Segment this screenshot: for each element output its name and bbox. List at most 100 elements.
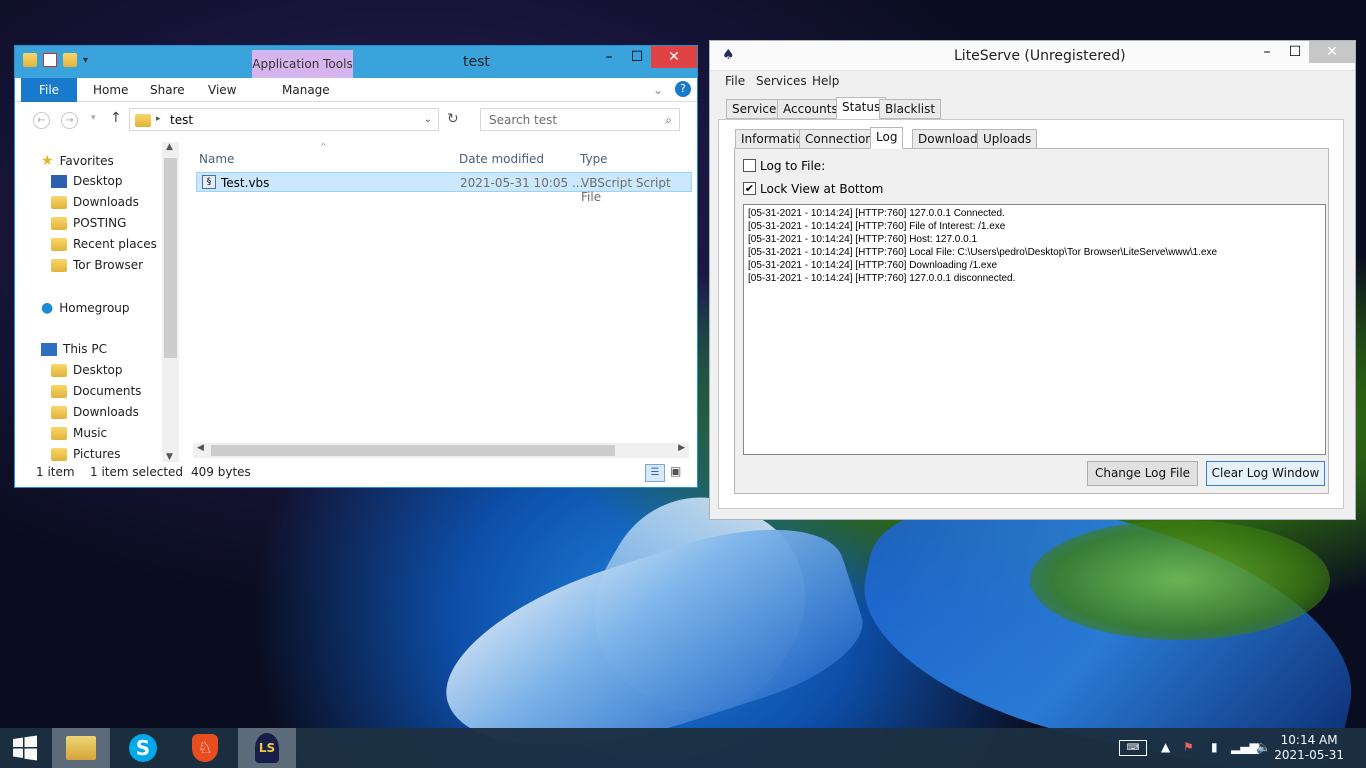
start-button[interactable] — [0, 728, 50, 768]
chevron-down-icon[interactable]: ⌄ — [424, 114, 432, 125]
network-icon[interactable]: ▂▄▆ — [1231, 740, 1259, 754]
properties-icon[interactable] — [43, 53, 57, 67]
tab-view[interactable]: View — [208, 83, 236, 97]
clock[interactable]: 10:14 AM 2021-05-31 — [1274, 733, 1344, 763]
liteserve-titlebar[interactable]: ♠ LiteServe (Unregistered) – ☐ ✕ — [710, 41, 1355, 71]
nav-pc-pictures[interactable]: Pictures — [73, 447, 121, 461]
log-line: [05-31-2021 - 10:14:24] [HTTP:760] Local… — [748, 247, 1218, 258]
taskbar-file-explorer[interactable] — [52, 728, 110, 768]
new-folder-icon[interactable] — [63, 53, 77, 67]
file-list-scrollbar[interactable]: ◀ ▶ — [193, 443, 689, 458]
nav-this-pc[interactable]: This PC — [63, 342, 107, 356]
forward-button[interactable]: → — [61, 112, 78, 129]
nav-pc-downloads[interactable]: Downloads — [73, 405, 139, 419]
volume-icon[interactable]: 🔈 — [1256, 740, 1271, 754]
window-title: test — [463, 54, 490, 70]
clear-log-window-button[interactable]: Clear Log Window — [1206, 461, 1325, 486]
refresh-button[interactable]: ↻ — [447, 111, 459, 127]
log-window[interactable]: [05-31-2021 - 10:14:24] [HTTP:760] 127.0… — [743, 204, 1326, 455]
skype-icon: S — [129, 734, 157, 762]
nav-pc-music[interactable]: Music — [73, 426, 107, 440]
tab-blacklist[interactable]: Blacklist — [879, 99, 942, 119]
action-center-flag-icon[interactable]: ⚑ — [1183, 740, 1194, 754]
tab-manage[interactable]: Manage — [282, 83, 330, 97]
column-date-modified[interactable]: Date modified — [459, 152, 544, 166]
menu-bar: File Services Help — [710, 72, 1355, 92]
recent-locations-icon[interactable]: ▾ — [91, 113, 96, 123]
back-button[interactable]: ← — [33, 112, 50, 129]
column-type[interactable]: Type — [580, 152, 608, 166]
nav-pc-documents[interactable]: Documents — [73, 384, 141, 398]
menu-file[interactable]: File — [725, 74, 745, 88]
scroll-down-icon[interactable]: ▼ — [166, 452, 173, 462]
desktop-icon — [51, 363, 67, 377]
taskbar-skype[interactable]: S — [114, 728, 172, 768]
lock-view-checkbox[interactable]: ✔ — [743, 182, 756, 195]
expand-ribbon-icon[interactable]: ⌄ — [653, 83, 663, 97]
taskbar-liteserve[interactable]: LS — [238, 728, 296, 768]
help-icon[interactable]: ? — [675, 81, 691, 97]
nav-fav-tor[interactable]: Tor Browser — [73, 258, 143, 272]
file-date: 2021-05-31 10:05 ... — [460, 176, 584, 190]
change-log-file-button[interactable]: Change Log File — [1087, 461, 1198, 486]
battery-icon[interactable]: ▮ — [1211, 740, 1218, 754]
log-to-file-checkbox[interactable] — [743, 159, 756, 172]
lock-view-label: Lock View at Bottom — [760, 182, 884, 196]
maximize-button[interactable]: ☐ — [623, 46, 651, 68]
folder-icon — [135, 114, 151, 127]
log-line: [05-31-2021 - 10:14:24] [HTTP:760] File … — [748, 221, 1006, 232]
tab-file[interactable]: File — [21, 78, 77, 102]
tab-home[interactable]: Home — [93, 83, 128, 97]
scrollbar-thumb[interactable] — [164, 158, 177, 358]
file-row[interactable]: § Test.vbs 2021-05-31 10:05 ... VBScript… — [196, 172, 692, 204]
nav-fav-recent[interactable]: Recent places — [73, 237, 157, 251]
customize-quick-access-icon[interactable]: ▾ — [83, 55, 88, 66]
menu-services[interactable]: Services — [756, 74, 807, 88]
application-tools-tab[interactable]: Application Tools — [252, 50, 353, 78]
scroll-left-icon[interactable]: ◀ — [197, 443, 204, 453]
search-input[interactable]: Search test ⌕ — [480, 108, 680, 131]
tab-accounts[interactable]: Accounts — [777, 99, 844, 119]
sort-arrow-icon: ^ — [320, 142, 327, 151]
minimize-button[interactable]: – — [1253, 41, 1281, 63]
up-button[interactable]: ↑ — [110, 110, 122, 126]
nav-fav-downloads[interactable]: Downloads — [73, 195, 139, 209]
scroll-up-icon[interactable]: ▲ — [166, 142, 173, 152]
nav-fav-desktop[interactable]: Desktop — [73, 174, 123, 188]
clock-time: 10:14 AM — [1280, 733, 1338, 747]
close-button[interactable]: ✕ — [1309, 41, 1355, 63]
nav-homegroup[interactable]: Homegroup — [59, 301, 129, 315]
taskbar-brave[interactable]: ♘ — [176, 728, 234, 768]
maximize-button[interactable]: ☐ — [1281, 41, 1309, 63]
log-line: [05-31-2021 - 10:14:24] [HTTP:760] Host:… — [748, 234, 978, 245]
log-to-file-label: Log to File: — [760, 159, 826, 173]
file-list: ^ Name Date modified Type § Test.vbs 202… — [193, 142, 693, 442]
star-icon: ★ — [41, 153, 54, 169]
nav-fav-posting[interactable]: POSTING — [73, 216, 126, 230]
large-icons-view-icon[interactable]: ▣ — [670, 464, 681, 478]
tab-uploads[interactable]: Uploads — [977, 129, 1038, 149]
nav-favorites[interactable]: Favorites — [60, 154, 114, 168]
log-line: [05-31-2021 - 10:14:24] [HTTP:760] Downl… — [748, 260, 998, 271]
nav-scrollbar[interactable]: ▲ ▼ — [162, 142, 179, 462]
close-button[interactable]: ✕ — [651, 46, 697, 68]
column-name[interactable]: Name — [199, 152, 234, 166]
explorer-titlebar[interactable]: ▾ Application Tools test – ☐ ✕ — [15, 46, 697, 78]
tab-log[interactable]: Log — [870, 127, 904, 149]
scrollbar-thumb[interactable] — [211, 445, 615, 456]
search-icon[interactable]: ⌕ — [665, 113, 672, 128]
scroll-right-icon[interactable]: ▶ — [678, 443, 685, 453]
folder-icon — [51, 216, 67, 230]
show-hidden-icons-icon[interactable]: ▲ — [1161, 740, 1170, 754]
address-field[interactable]: ▸ test ⌄ — [129, 108, 439, 131]
details-view-icon[interactable]: ☰ — [645, 464, 665, 482]
computer-icon — [41, 342, 57, 356]
taskbar: S ♘ LS ⌨ ▲ ⚑ ▮ ▂▄▆ 🔈 10:14 AM 2021-05-31 — [0, 728, 1366, 768]
minimize-button[interactable]: – — [595, 46, 623, 68]
desktop-icon — [51, 174, 67, 188]
file-explorer-window: ▾ Application Tools test – ☐ ✕ File Home… — [14, 45, 698, 488]
menu-help[interactable]: Help — [812, 74, 839, 88]
nav-pc-desktop[interactable]: Desktop — [73, 363, 123, 377]
keyboard-icon[interactable]: ⌨ — [1119, 740, 1147, 756]
tab-share[interactable]: Share — [150, 83, 185, 97]
